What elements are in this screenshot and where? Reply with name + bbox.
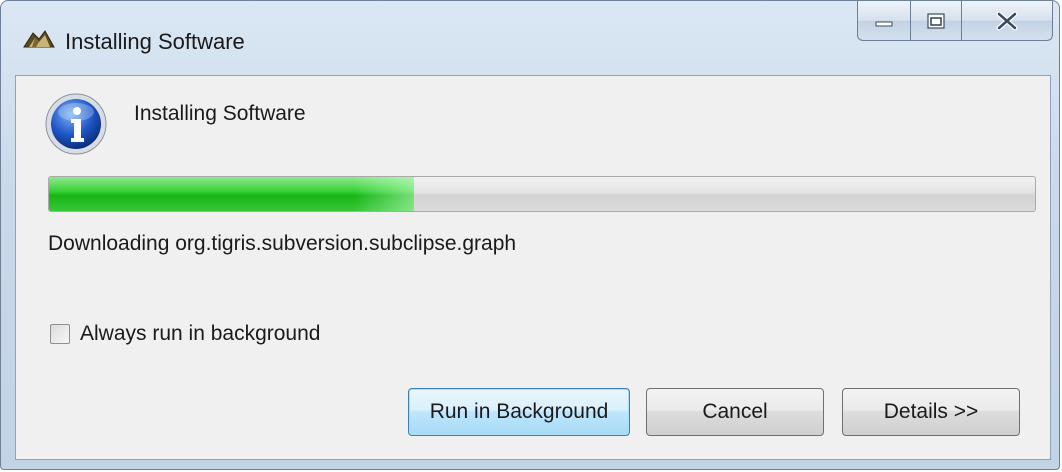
maximize-icon: [927, 12, 945, 29]
always-background-option[interactable]: Always run in background: [50, 322, 320, 346]
always-background-checkbox[interactable]: [50, 324, 70, 344]
cancel-button[interactable]: Cancel: [646, 388, 824, 436]
window-title: Installing Software: [65, 29, 245, 54]
minimize-button[interactable]: [857, 1, 911, 41]
info-icon: [45, 93, 107, 155]
close-button[interactable]: [961, 1, 1053, 41]
title-bar[interactable]: Installing Software: [1, 1, 1059, 75]
progress-bar: [48, 176, 1036, 212]
app-icon: [23, 30, 55, 48]
close-icon: [996, 11, 1018, 30]
always-background-label: Always run in background: [80, 322, 321, 345]
dialog-header: Installing Software: [134, 102, 306, 125]
dialog-content: Installing Software Downloading org.tigr…: [15, 75, 1051, 460]
installing-software-window: Installing Software Installing Software …: [0, 0, 1060, 470]
status-text: Downloading org.tigris.subversion.subcli…: [48, 232, 517, 255]
run-in-background-button[interactable]: Run in Background: [408, 388, 630, 436]
maximize-button[interactable]: [910, 1, 962, 41]
details-button[interactable]: Details >>: [842, 388, 1020, 436]
minimize-icon: [875, 21, 893, 26]
progress-fill: [49, 177, 414, 211]
